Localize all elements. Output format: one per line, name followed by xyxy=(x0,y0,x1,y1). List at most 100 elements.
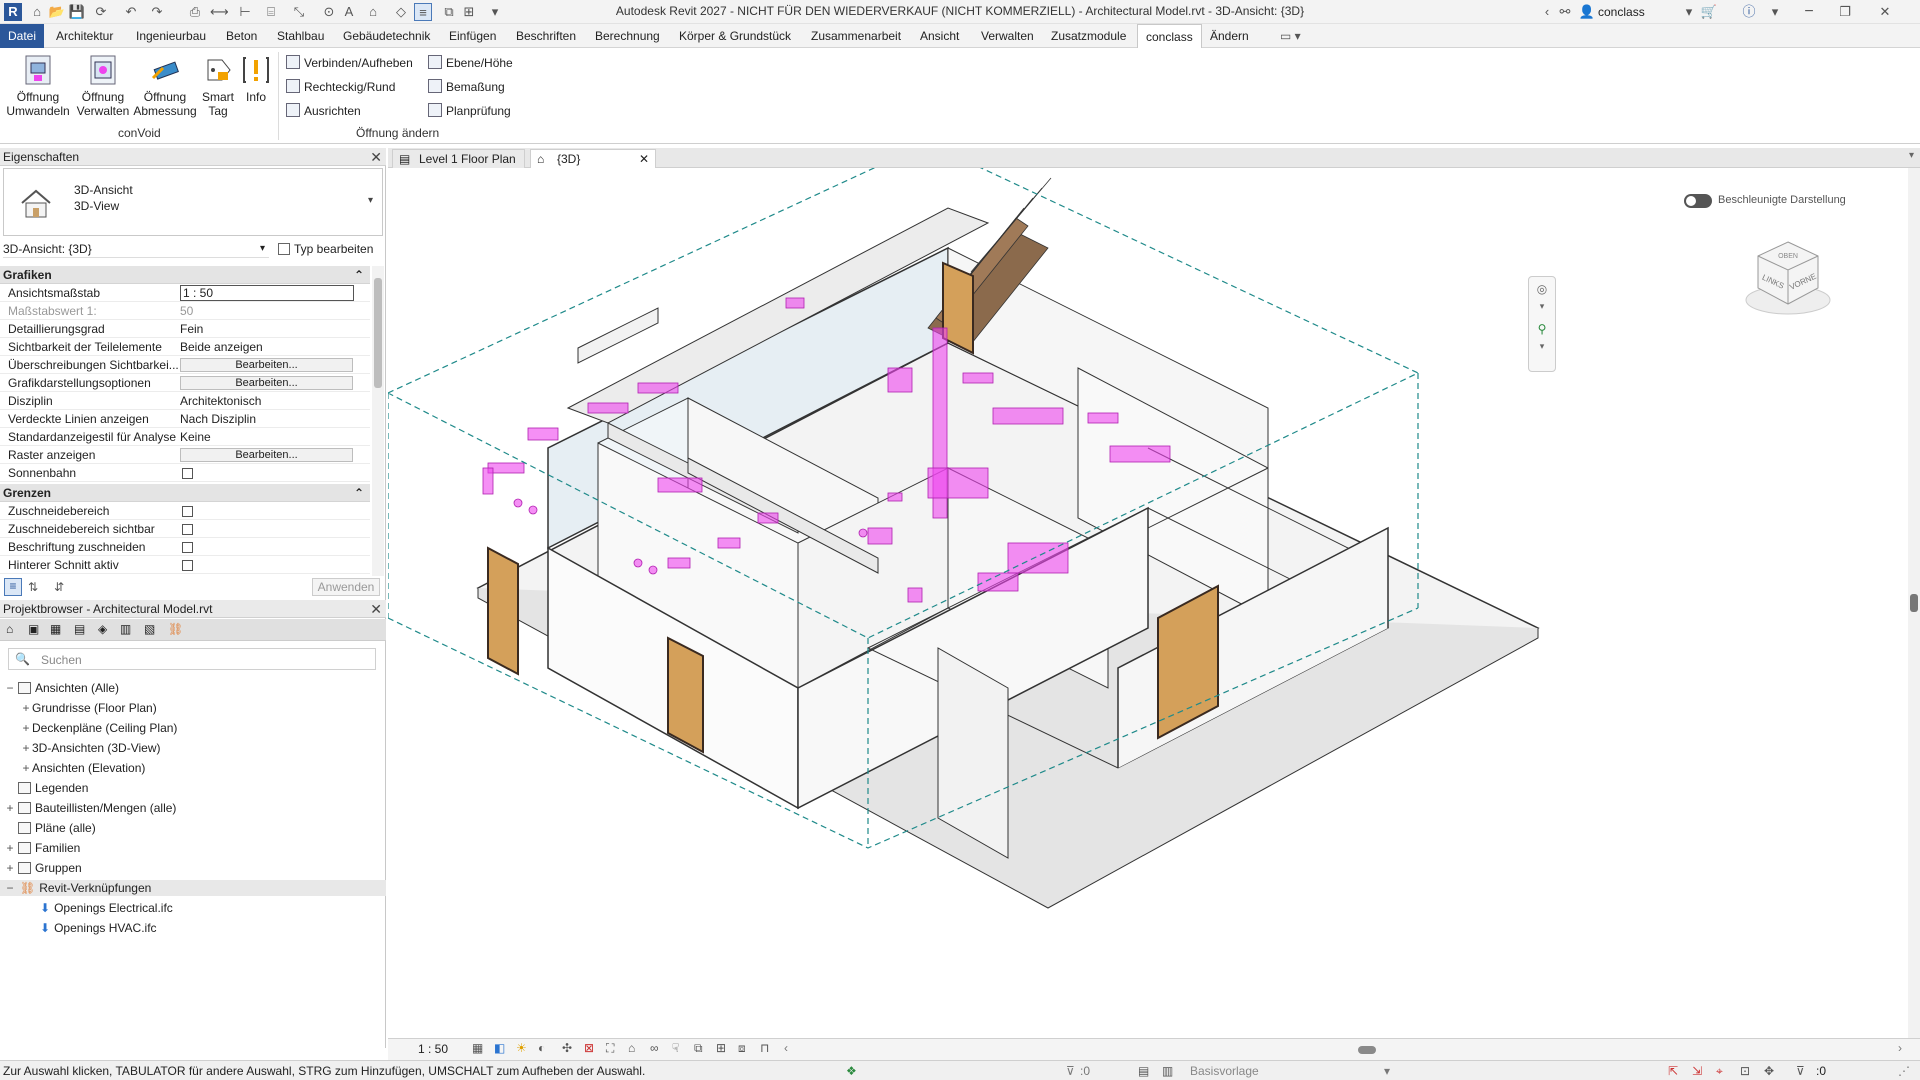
align-icon[interactable]: ⤡ xyxy=(290,3,308,21)
verbinden-aufheben-button[interactable]: Verbinden/Aufheben xyxy=(286,54,413,72)
tree-item-floorplans[interactable]: + Grundrisse (Floor Plan) xyxy=(20,700,156,716)
prop-row-parts[interactable]: Sichtbarkeit der Teilelemente Beide anzei… xyxy=(0,338,370,356)
design-option-dropdown-icon[interactable]: ▾ xyxy=(1384,1061,1390,1080)
switch-windows-icon[interactable]: ⊞ xyxy=(460,3,478,21)
section-grafiken[interactable]: Grafiken ⌃ xyxy=(0,266,370,284)
open-icon[interactable]: 📂 xyxy=(48,3,66,21)
tab-architektur[interactable]: Architektur xyxy=(54,24,115,48)
scroll-left-icon[interactable]: ‹ xyxy=(784,1041,788,1055)
detail-level-icon[interactable]: ▦ xyxy=(472,1041,483,1055)
print-icon[interactable]: ⎙ xyxy=(186,3,204,21)
tree-item-elevations[interactable]: + Ansichten (Elevation) xyxy=(20,760,145,776)
groups-icon[interactable]: ▥ xyxy=(120,622,131,636)
tab-einfuegen[interactable]: Einfügen xyxy=(447,24,498,48)
tab-level1-floorplan[interactable]: ▤ Level 1 Floor Plan xyxy=(392,149,525,168)
zoom-region-icon[interactable]: ⚲ xyxy=(1529,317,1555,341)
sun-path-icon[interactable]: ☀ xyxy=(516,1041,527,1055)
temporary-properties-icon[interactable]: ⧉ xyxy=(694,1041,703,1056)
close-icon[interactable]: ✕ xyxy=(639,150,649,169)
oeffnung-abmessung-button[interactable]: Öffnung Abmessung xyxy=(132,54,198,118)
revit-app-icon[interactable]: R xyxy=(4,3,22,21)
tree-item-groups[interactable]: + Gruppen xyxy=(4,860,81,876)
design-options-icon[interactable]: ▤ xyxy=(1138,1061,1149,1080)
analytical-model-icon[interactable]: ⊞ xyxy=(716,1041,726,1055)
prop-row-detail[interactable]: Detaillierungsgrad Fein xyxy=(0,320,370,338)
viewport-scrollbar[interactable] xyxy=(1908,168,1920,1038)
sort-az-icon[interactable]: ⇅ xyxy=(28,580,38,594)
tabs-dropdown-icon[interactable]: ▾ xyxy=(1909,150,1914,161)
link-chain-icon[interactable]: ⛓ xyxy=(168,622,183,636)
tree-item-families[interactable]: + Familien xyxy=(4,840,80,856)
apply-button[interactable]: Anwenden xyxy=(312,578,380,596)
select-links-icon[interactable]: ⇱ xyxy=(1668,1061,1678,1080)
oeffnung-umwandeln-button[interactable]: Öffnung Umwandeln xyxy=(4,54,72,118)
browser-search-input[interactable]: 🔍 Suchen xyxy=(8,648,376,670)
select-underlay-icon[interactable]: ⇲ xyxy=(1692,1061,1702,1080)
tree-item-ceilingplans[interactable]: + Deckenpläne (Ceiling Plan) xyxy=(20,720,177,736)
visual-style-icon[interactable]: ◧ xyxy=(494,1041,505,1055)
scroll-right-icon[interactable]: › xyxy=(1898,1041,1902,1055)
user-dropdown-icon[interactable]: ▾ xyxy=(1680,3,1698,21)
families-icon[interactable]: ◈ xyxy=(98,622,107,636)
show-crop-icon[interactable]: ⛶ xyxy=(606,1041,614,1056)
close-icon[interactable]: ✕ xyxy=(370,148,382,166)
tab-zusammenarbeit[interactable]: Zusammenarbeit xyxy=(809,24,903,48)
redo-icon[interactable]: ↷ xyxy=(148,3,166,21)
dimension-icon[interactable]: ⊢ xyxy=(236,3,254,21)
reveal-constraints-icon[interactable]: ⊓ xyxy=(760,1041,769,1055)
accelerated-graphics-toggle[interactable] xyxy=(1684,194,1712,208)
drag-elements-icon[interactable]: ✥ xyxy=(1764,1061,1774,1080)
planpruefung-button[interactable]: Planprüfung xyxy=(428,102,511,120)
worksharing-icon[interactable]: ❖ xyxy=(846,1061,857,1080)
edit-grid-button[interactable]: Bearbeiten... xyxy=(180,448,353,462)
views-icon[interactable]: ▣ xyxy=(28,622,39,636)
viewcube[interactable]: OBEN LINKS VORNE xyxy=(1738,228,1838,328)
type-selector[interactable]: 3D-Ansicht 3D-View ▾ xyxy=(3,168,383,236)
sort-za-icon[interactable]: ⇵ xyxy=(54,580,64,594)
tab-datei[interactable]: Datei xyxy=(0,24,45,48)
shadows-icon[interactable]: ◐ xyxy=(538,1041,545,1055)
cart-icon[interactable]: 🛒 xyxy=(1700,3,1718,21)
properties-scrollbar[interactable] xyxy=(372,266,384,576)
binoculars-icon[interactable]: ⚯ xyxy=(1556,3,1574,21)
crop-checkbox[interactable] xyxy=(182,506,193,517)
edit-overrides-button[interactable]: Bearbeiten... xyxy=(180,358,353,372)
steering-wheel-icon[interactable]: ◎ xyxy=(1529,277,1555,301)
hide-isolate-icon[interactable]: ∞ xyxy=(650,1041,659,1055)
undo-icon[interactable]: ↶ xyxy=(122,3,140,21)
instance-selector[interactable]: 3D-Ansicht: {3D} ▾ xyxy=(3,240,269,258)
tab-koerper-grundstueck[interactable]: Körper & Grundstück xyxy=(677,24,793,48)
default-3d-icon[interactable]: ⌂ xyxy=(364,3,382,21)
thin-lines-icon[interactable]: ≡ xyxy=(414,3,432,21)
tab-ansicht[interactable]: Ansicht xyxy=(918,24,961,48)
info-button[interactable]: Info xyxy=(240,54,272,104)
close-hidden-icon[interactable]: ⧉ xyxy=(440,3,458,21)
tree-item-revit-links[interactable]: − ⛓ Revit-Verknüpfungen xyxy=(0,880,386,896)
tab-berechnung[interactable]: Berechnung xyxy=(593,24,662,48)
resize-grip-icon[interactable]: ⋰ xyxy=(1898,1061,1910,1080)
user-icon[interactable]: 👤 xyxy=(1578,3,1596,21)
workset-filter-icon[interactable]: ⊽ xyxy=(1066,1061,1075,1080)
bemassung-button[interactable]: Bemaßung xyxy=(428,78,505,96)
measure-icon[interactable]: ⟷ xyxy=(210,3,229,21)
prop-row-hidden[interactable]: Verdeckte Linien anzeigen Nach Disziplin xyxy=(0,410,370,428)
qat-dropdown-icon[interactable]: ▾ xyxy=(486,3,504,21)
tab-stahlbau[interactable]: Stahlbau xyxy=(275,24,326,48)
sheets-icon[interactable]: ▦ xyxy=(50,622,61,636)
prop-row-discipline[interactable]: Disziplin Architektonisch xyxy=(0,392,370,410)
tree-item-sheets[interactable]: Pläne (alle) xyxy=(4,820,96,836)
highlight-displacement-icon[interactable]: ⧈ xyxy=(738,1041,746,1056)
design-option-value[interactable]: Basisvorlage xyxy=(1190,1061,1259,1080)
chevron-down-icon[interactable]: ▾ xyxy=(1529,301,1555,317)
smart-tag-button[interactable]: Smart Tag xyxy=(198,54,238,118)
tree-item-views[interactable]: − Ansichten (Alle) xyxy=(4,680,119,696)
view-scale[interactable]: 1 : 50 xyxy=(418,1042,448,1056)
lock-view-icon[interactable]: ⌂ xyxy=(628,1041,635,1055)
house-icon[interactable]: ⌂ xyxy=(6,622,13,636)
help-icon[interactable]: ⓘ xyxy=(1740,3,1758,21)
chevron-down-icon[interactable]: ▾ xyxy=(368,195,373,206)
close-icon[interactable]: ✕ xyxy=(1876,3,1894,21)
user-name[interactable]: conclass xyxy=(1598,5,1645,19)
tree-item-legends[interactable]: Legenden xyxy=(4,780,88,796)
tag-icon[interactable]: ⌸ xyxy=(262,3,280,21)
